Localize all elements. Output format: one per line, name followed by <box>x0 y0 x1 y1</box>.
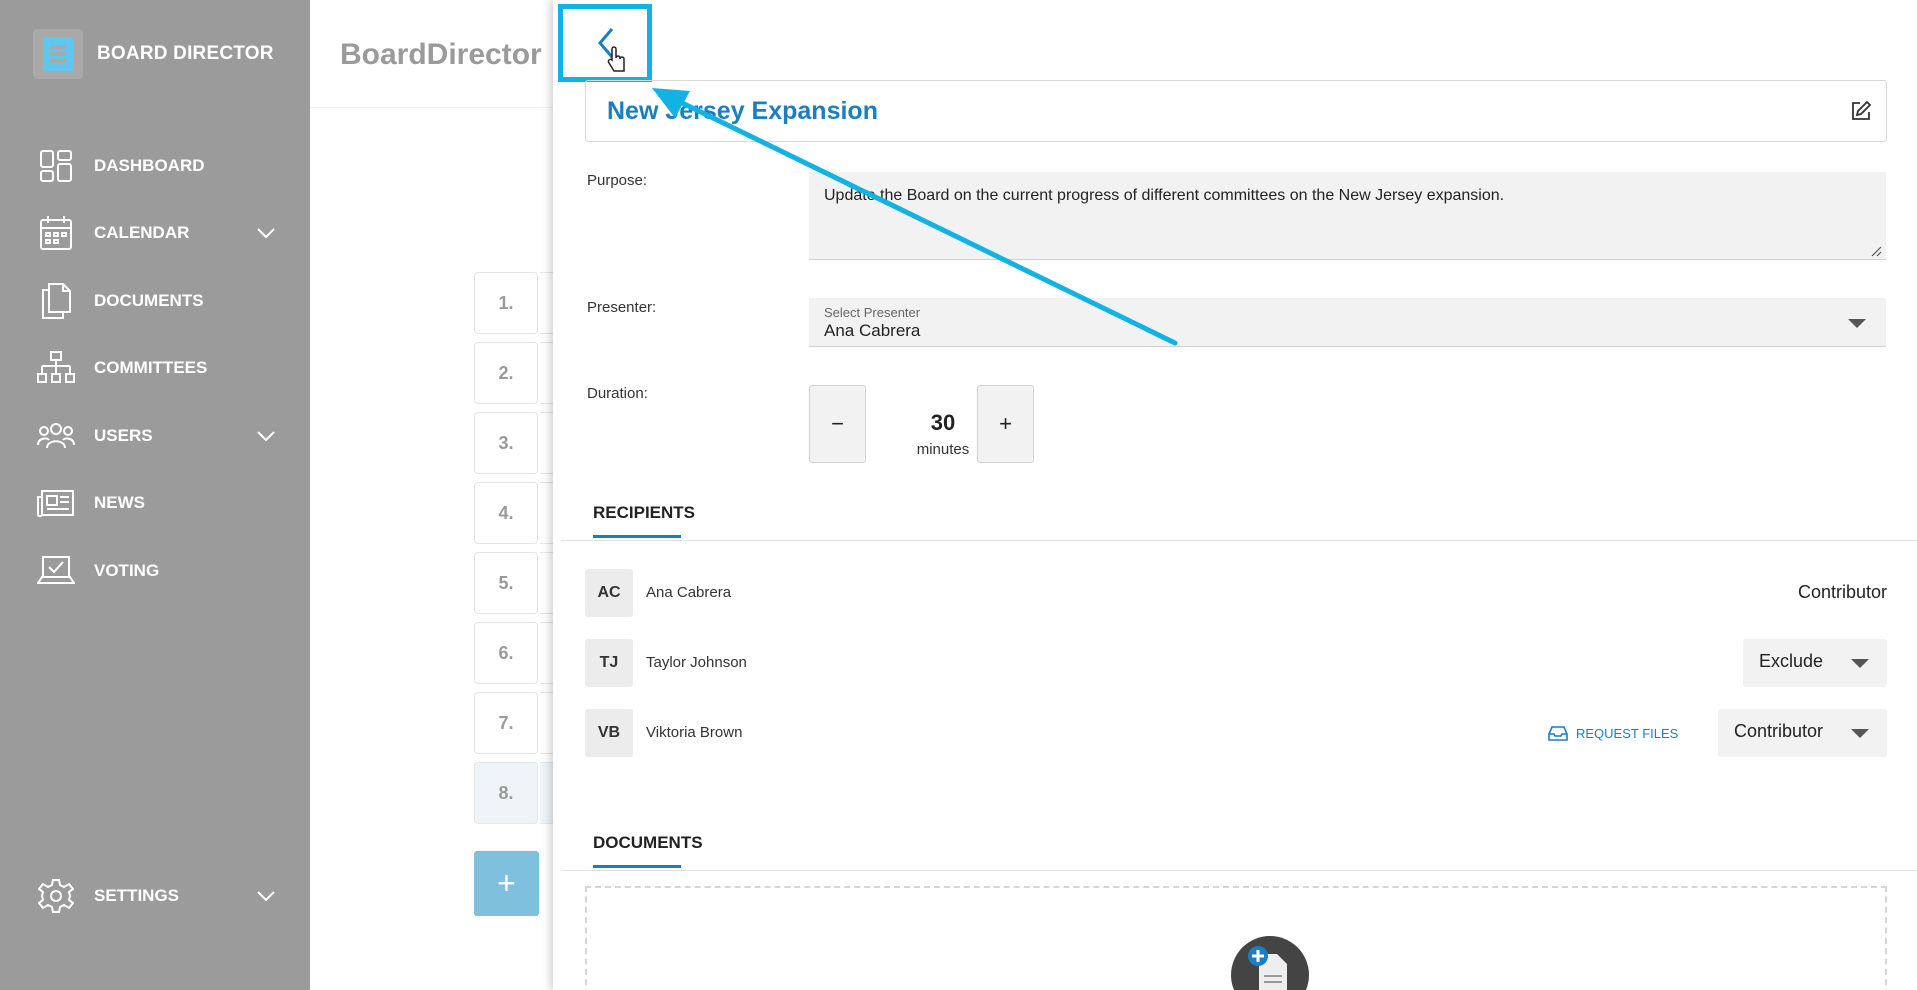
tab-documents[interactable]: DOCUMENTS <box>593 833 703 853</box>
tab-recipients[interactable]: RECIPIENTS <box>593 503 695 523</box>
agenda-item[interactable] <box>540 762 554 824</box>
page-title: New Jersey Expansion <box>607 97 878 125</box>
sidebar-item-label: COMMITTEES <box>94 358 208 377</box>
resize-handle-icon[interactable] <box>1870 245 1882 257</box>
presenter-hint: Select Presenter <box>824 305 921 320</box>
sidebar-item-label: NEWS <box>94 493 145 512</box>
duration-decrement-button[interactable]: − <box>809 385 866 463</box>
add-document-icon[interactable] <box>1231 936 1309 990</box>
sidebar-item-users[interactable]: USERS <box>36 416 276 456</box>
chevron-down-icon[interactable] <box>256 886 276 906</box>
sidebar-item-label: DASHBOARD <box>94 156 205 175</box>
sidebar-item-label: SETTINGS <box>94 886 180 905</box>
recipient-row: TJ Taylor Johnson Exclude <box>585 639 1887 689</box>
documents-icon <box>36 281 76 321</box>
recipient-role-value: Contributor <box>1733 721 1823 741</box>
agenda-item[interactable] <box>540 692 554 754</box>
agenda-item-number[interactable]: 2. <box>474 342 538 404</box>
edit-icon[interactable] <box>1850 100 1872 122</box>
sidebar-item-label: DOCUMENTS <box>94 291 204 310</box>
chevron-down-icon[interactable] <box>256 426 276 446</box>
recipient-name: Taylor Johnson <box>646 654 747 671</box>
agenda-item[interactable] <box>540 412 554 474</box>
sidebar-item-voting[interactable]: VOTING <box>36 551 276 591</box>
agenda-item[interactable] <box>540 272 554 334</box>
divider <box>561 540 1917 541</box>
agenda-item-number[interactable]: 4. <box>474 482 538 544</box>
sidebar: BOARD DIRECTOR DASHBOARD CALENDAR DOCUME… <box>0 0 310 990</box>
request-files-label: REQUEST FILES <box>1576 725 1679 741</box>
sidebar-item-label: VOTING <box>94 561 160 580</box>
presenter-label: Presenter: <box>587 299 657 316</box>
purpose-textarea[interactable]: Update the Board on the current progress… <box>809 172 1886 260</box>
avatar: AC <box>585 569 633 617</box>
chevron-down-icon[interactable] <box>256 223 276 243</box>
agenda-item-number[interactable]: 8. <box>474 762 538 824</box>
caret-down-icon <box>1851 659 1869 668</box>
sidebar-item-news[interactable]: NEWS <box>36 483 276 523</box>
recipient-role-value: Exclude <box>1758 651 1823 671</box>
agenda-item-number[interactable]: 1. <box>474 272 538 334</box>
sidebar-item-label: USERS <box>94 426 153 445</box>
recipient-name: Ana Cabrera <box>646 584 732 601</box>
caret-down-icon <box>1851 729 1869 738</box>
purpose-label: Purpose: <box>587 172 648 189</box>
agenda-item-number[interactable]: 6. <box>474 622 538 684</box>
duration-increment-button[interactable]: + <box>977 385 1034 463</box>
purpose-text: Update the Board on the current progress… <box>824 187 1505 204</box>
agenda-item-number[interactable]: 3. <box>474 412 538 474</box>
brand[interactable]: BOARD DIRECTOR <box>33 29 274 79</box>
users-icon <box>36 416 76 456</box>
brand-logo-icon <box>33 29 83 79</box>
app-title: BoardDirector <box>340 38 542 71</box>
tab-underline <box>593 535 681 538</box>
brand-name: BOARD DIRECTOR <box>97 43 274 64</box>
agenda-item[interactable] <box>540 342 554 404</box>
recipient-row: VB Viktoria Brown REQUEST FILES Contribu… <box>585 709 1887 759</box>
dashboard-icon <box>36 146 76 186</box>
divider <box>561 870 1917 871</box>
agenda-item-number[interactable]: 7. <box>474 692 538 754</box>
back-button[interactable] <box>558 4 652 82</box>
sidebar-item-documents[interactable]: DOCUMENTS <box>36 281 276 321</box>
sidebar-item-settings[interactable]: SETTINGS <box>36 876 276 916</box>
org-chart-icon <box>36 348 76 388</box>
sidebar-item-committees[interactable]: COMMITTEES <box>36 348 276 388</box>
agenda-item-number[interactable]: 5. <box>474 552 538 614</box>
tab-underline <box>593 865 681 868</box>
recipient-name: Viktoria Brown <box>646 724 743 741</box>
chevron-left-icon <box>598 28 625 72</box>
avatar: VB <box>585 709 633 757</box>
gear-icon <box>36 876 76 916</box>
add-agenda-item-button[interactable]: + <box>474 851 539 916</box>
recipient-row: AC Ana Cabrera Contributor <box>585 569 1887 619</box>
caret-down-icon <box>1848 319 1866 328</box>
presenter-value: Ana Cabrera <box>824 321 921 340</box>
agenda-item-panel: New Jersey Expansion Purpose: Update the… <box>553 0 1917 990</box>
sidebar-item-label: CALENDAR <box>94 223 190 242</box>
recipient-role: Contributor <box>1797 582 1887 602</box>
title-field[interactable]: New Jersey Expansion <box>585 80 1887 142</box>
agenda-item[interactable] <box>540 482 554 544</box>
agenda-item[interactable] <box>540 552 554 614</box>
recipient-role-select[interactable]: Contributor <box>1717 709 1887 757</box>
voting-icon <box>36 551 76 591</box>
avatar: TJ <box>585 639 633 687</box>
calendar-icon <box>36 213 76 253</box>
presenter-select[interactable]: Select Presenter Ana Cabrera <box>809 298 1886 347</box>
recipient-role-select[interactable]: Exclude <box>1742 639 1887 687</box>
duration-label: Duration: <box>587 385 648 402</box>
inbox-icon <box>1548 726 1568 741</box>
sidebar-item-dashboard[interactable]: DASHBOARD <box>36 146 276 186</box>
newspaper-icon <box>36 483 76 523</box>
sidebar-item-calendar[interactable]: CALENDAR <box>36 213 276 253</box>
agenda-item[interactable] <box>540 622 554 684</box>
document-dropzone[interactable] <box>585 886 1887 990</box>
request-files-button[interactable]: REQUEST FILES <box>1548 725 1678 741</box>
